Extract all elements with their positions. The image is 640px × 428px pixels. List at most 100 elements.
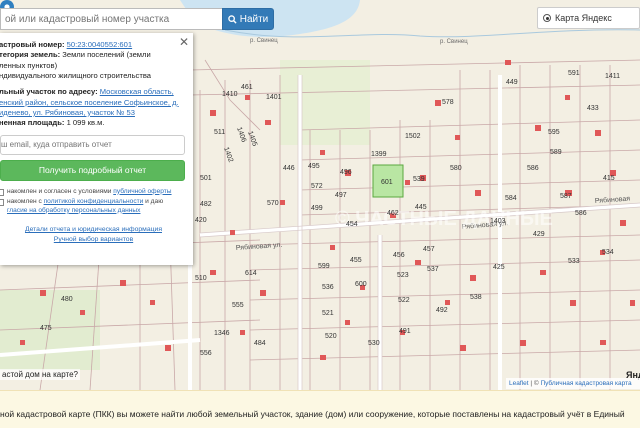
search-button[interactable]: Найти <box>222 8 274 30</box>
area-row: ненная площадь: 1 099 кв.м. <box>0 118 187 128</box>
map-type-selector[interactable]: Карта Яндекс <box>537 7 640 29</box>
plot-label[interactable]: 601 <box>381 179 393 186</box>
plot-label[interactable]: 523 <box>397 272 409 279</box>
address-link[interactable]: Московская область, <box>100 87 174 96</box>
privacy-consent[interactable]: накомлен с политикой конфиденциальности … <box>0 198 187 215</box>
plot-label[interactable]: 534 <box>602 249 614 256</box>
plot-label[interactable]: 556 <box>200 350 212 357</box>
radio-icon[interactable] <box>543 14 551 22</box>
privacy-policy-link[interactable]: политикой конфиденциальности <box>44 198 144 205</box>
plot-label[interactable]: 457 <box>423 246 435 253</box>
address-link[interactable]: енский район, сельское поселение Софьинс… <box>0 98 187 108</box>
area-label: ненная площадь: <box>0 118 65 128</box>
plot-label[interactable]: 537 <box>427 266 439 273</box>
plot-label[interactable]: 420 <box>195 217 207 224</box>
plot-label[interactable]: 499 <box>311 205 323 212</box>
plot-label[interactable]: 1410 <box>222 91 238 98</box>
plot-label[interactable]: 449 <box>506 79 518 86</box>
plot-label[interactable]: 539 <box>413 176 425 183</box>
plot-label[interactable]: 586 <box>527 165 539 172</box>
plot-label[interactable]: 1346 <box>214 330 230 337</box>
plot-label[interactable]: 425 <box>493 264 505 271</box>
plot-label[interactable]: 455 <box>350 257 362 264</box>
offer-consent[interactable]: накомлен и согласен с условиями публично… <box>0 188 187 197</box>
report-details-link[interactable]: Детали отчета и юридическая информация <box>0 225 187 235</box>
leaflet-link[interactable]: Leaflet <box>509 380 529 387</box>
plot-label[interactable]: 589 <box>550 149 562 156</box>
plot-label[interactable]: 445 <box>415 204 427 211</box>
map-type-label: Карта Яндекс <box>555 13 612 23</box>
offer-checkbox[interactable] <box>0 188 4 196</box>
plot-label[interactable]: 462 <box>387 210 399 217</box>
plot-label[interactable]: 433 <box>587 105 599 112</box>
search-input[interactable] <box>0 8 222 30</box>
plot-label[interactable]: 480 <box>61 296 73 303</box>
info-strip: ной кадастровой карте (ПКК) вы можете на… <box>0 390 640 428</box>
privacy-checkbox[interactable] <box>0 199 4 207</box>
search-button-label: Найти <box>239 13 269 25</box>
plot-label[interactable]: 1406 <box>235 126 247 143</box>
search-icon <box>227 14 237 24</box>
plot-label[interactable]: 496 <box>340 169 352 176</box>
plot-label[interactable]: 492 <box>436 307 448 314</box>
plot-label[interactable]: 456 <box>393 252 405 259</box>
plot-label[interactable]: 454 <box>346 221 358 228</box>
plot-label[interactable]: 491 <box>399 328 411 335</box>
plot-label[interactable]: 497 <box>335 192 347 199</box>
plot-label[interactable]: 1403 <box>490 218 506 225</box>
plot-label[interactable]: 1405 <box>246 130 258 147</box>
plot-label[interactable]: 570 <box>267 200 279 207</box>
plot-label[interactable]: 533 <box>568 258 580 265</box>
plot-label[interactable]: 530 <box>368 340 380 347</box>
plot-label[interactable]: 586 <box>575 210 587 217</box>
email-field[interactable] <box>0 134 185 155</box>
plot-label[interactable]: 600 <box>355 281 367 288</box>
street-label: Рябиновая ул. <box>236 241 283 252</box>
plot-label[interactable]: 536 <box>322 284 334 291</box>
land-category-value: Земли поселений (земли <box>62 50 151 60</box>
plot-label[interactable]: 584 <box>505 195 517 202</box>
plot-label[interactable]: 501 <box>200 175 212 182</box>
river-label: р. Свинец <box>250 38 278 44</box>
house-question[interactable]: астой дом на карте? <box>0 369 80 380</box>
plot-label[interactable]: 461 <box>241 84 253 91</box>
cadastral-number-link[interactable]: 50:23:0040552:601 <box>67 40 132 49</box>
plot-label[interactable]: 1399 <box>371 151 387 158</box>
plot-label[interactable]: 1502 <box>405 133 421 140</box>
plot-label[interactable]: 591 <box>568 70 580 77</box>
plot-label[interactable]: 595 <box>548 129 560 136</box>
manual-selection-link[interactable]: Ручной выбор вариантов <box>0 235 187 245</box>
plot-label[interactable]: 495 <box>308 163 320 170</box>
plot-label[interactable]: 1411 <box>605 73 620 80</box>
get-report-button[interactable]: Получить подробный отчет <box>0 159 185 181</box>
plot-label[interactable]: 555 <box>232 302 244 309</box>
plot-label[interactable]: 538 <box>470 294 482 301</box>
plot-label[interactable]: 511 <box>214 129 225 136</box>
plot-label[interactable]: 587 <box>560 193 572 200</box>
plot-label[interactable]: 482 <box>200 201 212 208</box>
cadastral-number-row: астровый номер: 50:23:0040552:601 <box>0 40 187 50</box>
plot-label[interactable]: 510 <box>195 275 207 282</box>
plot-label[interactable]: 521 <box>322 310 334 317</box>
public-offer-link[interactable]: публичной оферты <box>113 188 171 195</box>
plot-label[interactable]: 572 <box>311 183 323 190</box>
plot-label[interactable]: 415 <box>603 175 615 182</box>
plot-label[interactable]: 520 <box>325 333 337 340</box>
plot-label[interactable]: 429 <box>533 231 545 238</box>
plot-label[interactable]: 522 <box>398 297 410 304</box>
land-category-row: тегория земель: Земли поселений (земли <box>0 50 187 60</box>
close-icon[interactable]: ✕ <box>179 36 189 48</box>
plot-label[interactable]: 1401 <box>266 94 282 101</box>
pkk-link[interactable]: Публичная кадастровая карта <box>540 380 631 387</box>
plot-label[interactable]: 475 <box>40 325 52 332</box>
plot-info-panel: ✕ астровый номер: 50:23:0040552:601 тего… <box>0 33 193 265</box>
plot-label[interactable]: 614 <box>245 270 257 277</box>
plot-label[interactable]: 580 <box>450 165 462 172</box>
address-link[interactable]: иденево, ул. Рябиновая, участок № 53 <box>0 108 187 118</box>
plot-label[interactable]: 446 <box>283 165 295 172</box>
plot-label[interactable]: 484 <box>254 340 266 347</box>
plot-label[interactable]: 599 <box>318 263 330 270</box>
personal-data-link[interactable]: гласие на обработку персональных данных <box>7 207 140 214</box>
plot-label[interactable]: 1402 <box>222 146 234 163</box>
plot-label[interactable]: 578 <box>442 99 454 106</box>
